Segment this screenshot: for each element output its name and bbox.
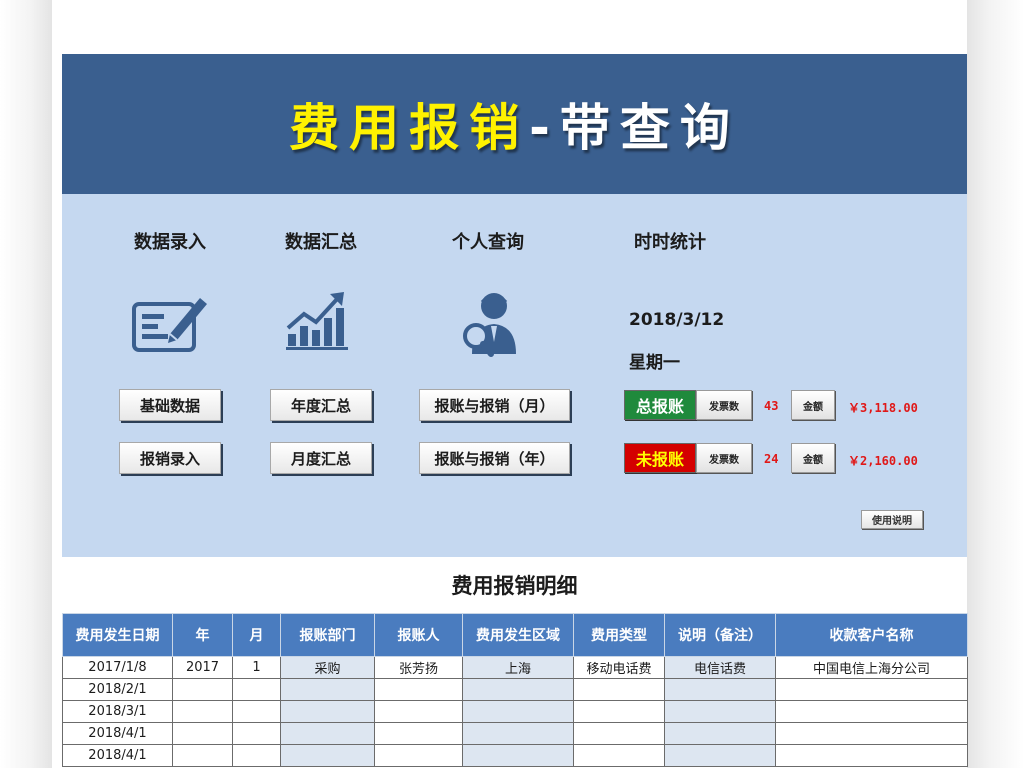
current-date: 2018/3/12 — [629, 310, 725, 330]
table-cell[interactable] — [462, 700, 574, 723]
table-cell[interactable] — [573, 744, 665, 767]
column-header[interactable]: 费用发生区域 — [462, 613, 574, 657]
table-cell[interactable]: 2017 — [172, 656, 233, 679]
table-cell[interactable] — [573, 678, 665, 701]
heading-data-entry: 数据录入 — [134, 232, 206, 253]
table-cell[interactable] — [280, 678, 375, 701]
unpaid-amount-button[interactable]: 金额 — [791, 443, 835, 473]
table-cell[interactable] — [280, 722, 375, 745]
spreadsheet-sheet: 费用报销-带查询 数据录入 数据汇总 个人查询 时时统计 基础数据 报销录入 年… — [62, 54, 968, 768]
detail-title: 费用报销明细 — [451, 574, 578, 598]
unpaid-invoice-count: 24 — [764, 452, 779, 466]
dashboard-panel: 数据录入 数据汇总 个人查询 时时统计 基础数据 报销录入 年度汇总 月度汇总 … — [62, 194, 967, 557]
column-header[interactable]: 费用类型 — [573, 613, 665, 657]
monthly-summary-button[interactable]: 月度汇总 — [270, 442, 372, 474]
table-row: 2018/4/1 — [62, 744, 968, 767]
heading-realtime-stats: 时时统计 — [634, 232, 706, 253]
table-cell[interactable] — [664, 700, 776, 723]
help-button[interactable]: 使用说明 — [861, 510, 923, 529]
frame-shadow-right — [967, 0, 1024, 768]
table-cell[interactable]: 张芳扬 — [374, 656, 463, 679]
table-cell[interactable] — [374, 678, 463, 701]
table-row: 2018/3/1 — [62, 700, 968, 723]
annual-summary-button[interactable]: 年度汇总 — [270, 389, 372, 421]
heading-personal-query: 个人查询 — [452, 232, 524, 253]
table-cell[interactable] — [462, 678, 574, 701]
total-claims-button[interactable]: 总报账 — [624, 390, 696, 420]
table-cell[interactable] — [374, 744, 463, 767]
table-row: 2017/1/8 2017 1 采购 张芳扬 上海 移动电话费 电信话费 中国电… — [62, 656, 968, 679]
table-cell[interactable] — [172, 678, 233, 701]
column-header[interactable]: 说明（备注） — [664, 613, 776, 657]
column-header[interactable]: 报账人 — [374, 613, 463, 657]
table-cell[interactable] — [374, 700, 463, 723]
table-cell[interactable] — [573, 700, 665, 723]
total-invoice-count: 43 — [764, 399, 779, 413]
table-cell[interactable] — [664, 678, 776, 701]
table-cell[interactable] — [280, 700, 375, 723]
table-cell[interactable] — [172, 744, 233, 767]
unpaid-claims-button[interactable]: 未报账 — [624, 443, 696, 473]
title-banner: 费用报销-带查询 — [62, 54, 967, 194]
heading-data-summary: 数据汇总 — [285, 232, 357, 253]
table-cell[interactable]: 2018/2/1 — [62, 678, 173, 701]
table-cell[interactable]: 2018/4/1 — [62, 744, 173, 767]
table-header-row: 费用发生日期 年 月 报账部门 报账人 费用发生区域 费用类型 说明（备注） 收… — [62, 613, 968, 657]
table-cell[interactable]: 电信话费 — [664, 656, 776, 679]
table-cell[interactable] — [232, 744, 281, 767]
column-header[interactable]: 报账部门 — [280, 613, 375, 657]
table-cell[interactable]: 移动电话费 — [573, 656, 665, 679]
table-row: 2018/4/1 — [62, 722, 968, 745]
total-amount-button[interactable]: 金额 — [791, 390, 835, 420]
column-header[interactable]: 费用发生日期 — [62, 613, 173, 657]
table-cell[interactable] — [775, 744, 968, 767]
table-cell[interactable]: 采购 — [280, 656, 375, 679]
table-cell[interactable] — [775, 722, 968, 745]
total-amount-value: ￥3,118.00 — [848, 401, 918, 415]
total-invoice-count-button[interactable]: 发票数 — [696, 390, 752, 420]
unpaid-invoice-count-button[interactable]: 发票数 — [696, 443, 752, 473]
table-cell[interactable] — [232, 722, 281, 745]
form-edit-icon — [132, 298, 207, 352]
table-cell[interactable] — [462, 744, 574, 767]
growth-chart-icon — [286, 292, 348, 350]
frame-shadow-left — [0, 0, 52, 768]
page-title: 费用报销-带查询 — [289, 88, 740, 160]
unpaid-amount-value: ￥2,160.00 — [848, 454, 918, 468]
table-cell[interactable]: 2018/3/1 — [62, 700, 173, 723]
claim-month-button[interactable]: 报账与报销（月） — [419, 389, 570, 421]
table-cell[interactable] — [573, 722, 665, 745]
expense-entry-button[interactable]: 报销录入 — [119, 442, 221, 474]
table-row: 2018/2/1 — [62, 678, 968, 701]
table-cell[interactable]: 中国电信上海分公司 — [775, 656, 968, 679]
table-cell[interactable] — [775, 700, 968, 723]
table-cell[interactable] — [664, 744, 776, 767]
table-cell[interactable]: 2018/4/1 — [62, 722, 173, 745]
table-cell[interactable] — [374, 722, 463, 745]
column-header[interactable]: 年 — [172, 613, 233, 657]
claim-year-button[interactable]: 报账与报销（年） — [419, 442, 570, 474]
table-cell[interactable] — [232, 700, 281, 723]
expense-detail-table: 费用发生日期 年 月 报账部门 报账人 费用发生区域 费用类型 说明（备注） 收… — [62, 613, 968, 767]
table-cell[interactable]: 上海 — [462, 656, 574, 679]
basic-data-button[interactable]: 基础数据 — [119, 389, 221, 421]
table-cell[interactable] — [172, 722, 233, 745]
column-header[interactable]: 收款客户名称 — [775, 613, 968, 657]
table-cell[interactable]: 1 — [232, 656, 281, 679]
person-search-icon — [463, 293, 516, 357]
table-cell[interactable]: 2017/1/8 — [62, 656, 173, 679]
table-cell[interactable] — [232, 678, 281, 701]
table-cell[interactable] — [775, 678, 968, 701]
table-cell[interactable] — [462, 722, 574, 745]
table-cell[interactable] — [280, 744, 375, 767]
current-weekday: 星期一 — [629, 353, 680, 373]
table-cell[interactable] — [664, 722, 776, 745]
page-title-suffix: -带查询 — [529, 99, 740, 157]
page-title-main: 费用报销 — [289, 99, 530, 157]
column-header[interactable]: 月 — [232, 613, 281, 657]
table-cell[interactable] — [172, 700, 233, 723]
